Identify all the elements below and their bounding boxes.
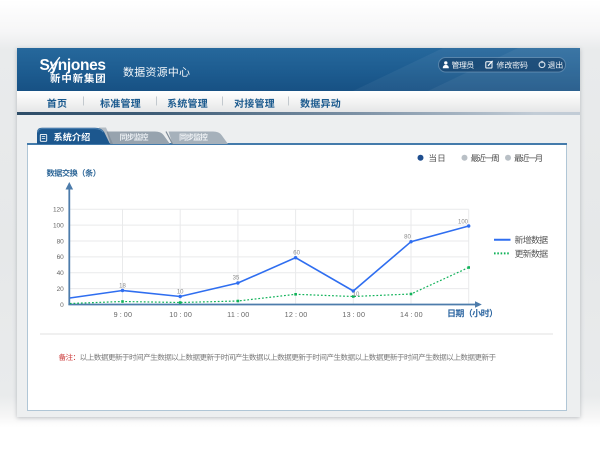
svg-text:80: 80 xyxy=(404,235,411,241)
svg-text:100: 100 xyxy=(458,220,469,226)
svg-text:10: 10 xyxy=(353,292,360,298)
svg-text:13 : 00: 13 : 00 xyxy=(342,310,365,319)
svg-text:10 : 00: 10 : 00 xyxy=(169,310,192,319)
svg-text:9 : 00: 9 : 00 xyxy=(114,310,133,319)
svg-text:11 : 00: 11 : 00 xyxy=(227,310,249,319)
svg-text:14 : 00: 14 : 00 xyxy=(400,310,423,319)
svg-text:80: 80 xyxy=(57,238,65,245)
svg-text:20: 20 xyxy=(57,286,65,293)
svg-text:0: 0 xyxy=(60,302,64,309)
svg-text:100: 100 xyxy=(53,222,64,229)
svg-text:10: 10 xyxy=(177,290,184,296)
svg-text:60: 60 xyxy=(57,254,65,261)
svg-text:12 : 00: 12 : 00 xyxy=(285,310,308,319)
svg-text:40: 40 xyxy=(57,270,65,277)
svg-text:35: 35 xyxy=(233,276,240,282)
svg-text:60: 60 xyxy=(293,251,300,257)
svg-text:Synjones: Synjones xyxy=(40,57,106,74)
svg-text:18: 18 xyxy=(119,284,126,290)
svg-text:120: 120 xyxy=(53,207,64,214)
